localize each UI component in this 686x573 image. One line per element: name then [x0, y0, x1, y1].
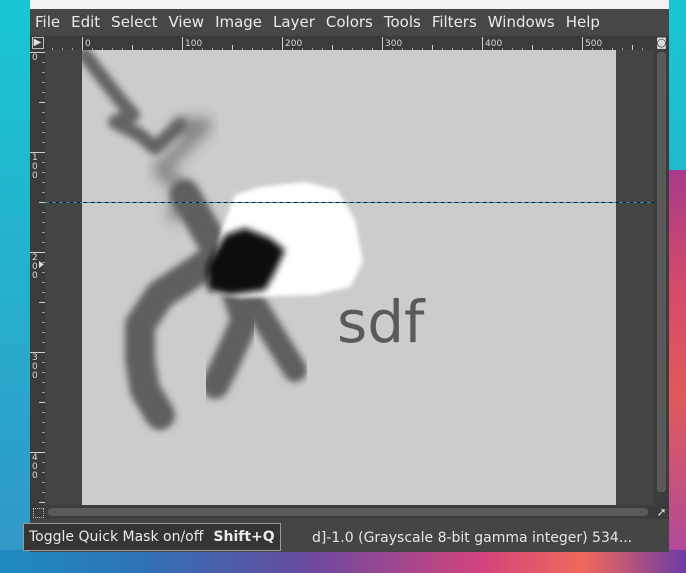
menu-select[interactable]: Select	[106, 13, 163, 31]
vertical-ruler[interactable]: 0 1 0 0 2 0 0 3 0 0 4 0 0	[30, 50, 45, 505]
menu-view[interactable]: View	[163, 13, 210, 31]
ruler-label: 0	[32, 471, 38, 481]
tooltip-shortcut: Shift+Q	[213, 529, 275, 545]
ruler-label: 200	[285, 39, 302, 49]
ruler-label: 0	[85, 39, 91, 49]
ruler-label: 100	[185, 39, 202, 49]
canvas-text-layer: sdf	[337, 288, 426, 356]
desktop-wallpaper	[668, 170, 686, 550]
image-menu-button[interactable]: ▶	[30, 36, 45, 50]
menu-filters[interactable]: Filters	[427, 13, 483, 31]
image-canvas[interactable]: sdf	[45, 50, 654, 505]
title-bar	[30, 0, 669, 9]
quick-mask-button[interactable]	[30, 505, 45, 519]
desktop-bottom	[0, 550, 686, 573]
menu-image[interactable]: Image	[210, 13, 268, 31]
tooltip-label: Toggle Quick Mask on/off	[29, 529, 204, 545]
horizontal-ruler[interactable]: 0 100 200 300 400 500	[45, 36, 654, 50]
menu-layer[interactable]: Layer	[268, 13, 321, 31]
menu-edit[interactable]: Edit	[66, 13, 106, 31]
navigate-arrow-icon[interactable]: ➚	[654, 505, 669, 519]
horizontal-ruler-ticks: 0 100 200 300 400 500	[52, 37, 643, 50]
ruler-label: 400	[485, 39, 502, 49]
vertical-scrollbar[interactable]	[654, 50, 669, 505]
horizontal-scroll-thumb[interactable]	[48, 508, 648, 516]
status-text: d]-1.0 (Grayscale 8-bit gamma integer) 5…	[312, 530, 633, 546]
zoom-lock-icon[interactable]: ◙	[654, 36, 669, 50]
ruler-label: 300	[385, 39, 402, 49]
ruler-label: 0	[32, 53, 38, 63]
gimp-window: File Edit Select View Image Layer Colors…	[30, 0, 669, 552]
menu-windows[interactable]: Windows	[483, 13, 561, 31]
triangle-right-icon: ▶	[31, 37, 44, 49]
menu-file[interactable]: File	[30, 13, 66, 31]
vertical-ruler-ticks: 0 1 0 0 2 0 0 3 0 0 4 0 0	[30, 52, 45, 503]
menu-tools[interactable]: Tools	[379, 13, 427, 31]
dotted-square-icon	[33, 508, 44, 518]
ruler-label: 500	[585, 39, 602, 49]
ruler-label: 0	[32, 171, 38, 181]
horizontal-scrollbar[interactable]	[45, 505, 654, 519]
menu-bar: File Edit Select View Image Layer Colors…	[30, 9, 669, 35]
menu-colors[interactable]: Colors	[321, 13, 379, 31]
tooltip: Toggle Quick Mask on/off Shift+Q	[23, 523, 281, 551]
ruler-label: 0	[32, 271, 38, 281]
vertical-scroll-thumb[interactable]	[657, 52, 666, 492]
canvas-viewport[interactable]: sdf	[45, 50, 654, 505]
menu-help[interactable]: Help	[561, 13, 606, 31]
ruler-label: 0	[32, 371, 38, 381]
